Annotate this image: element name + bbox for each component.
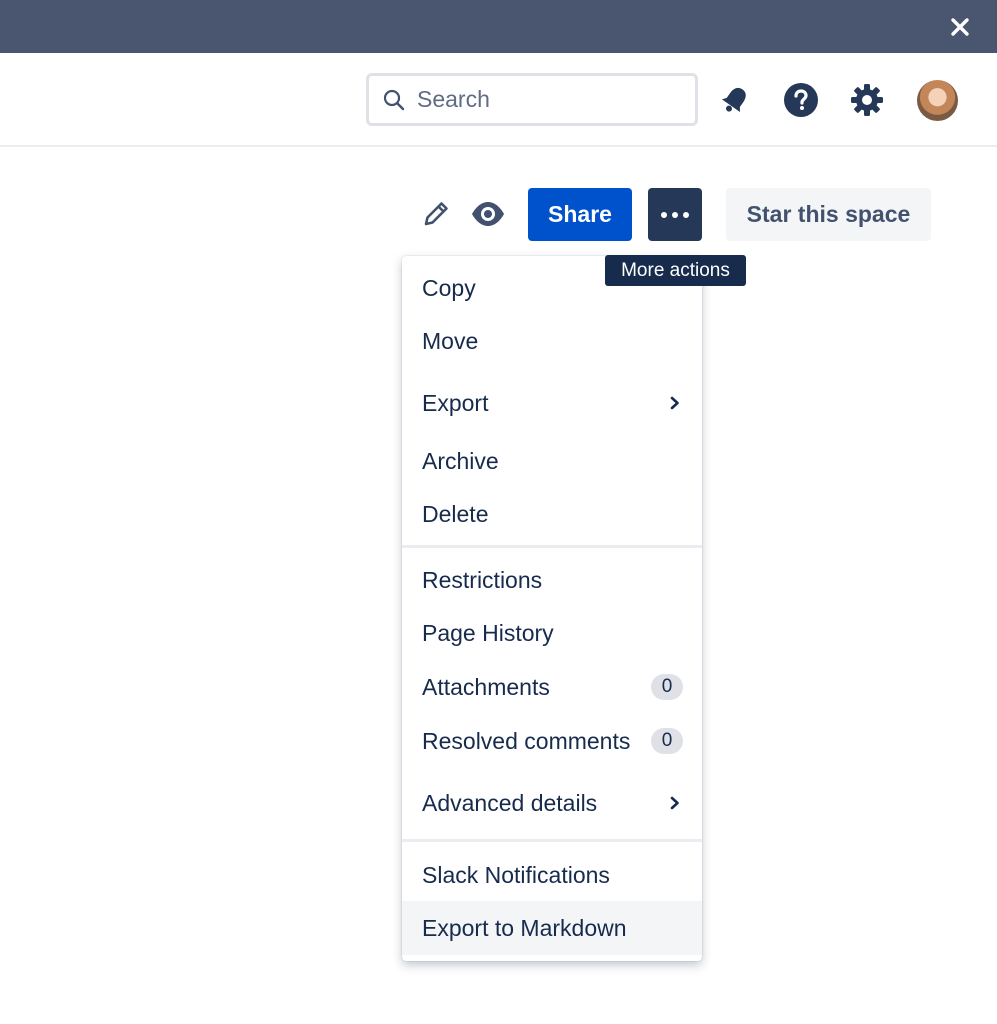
menu-item-export-to-markdown[interactable]: Export to Markdown	[402, 901, 702, 955]
star-space-button[interactable]: Star this space	[726, 188, 931, 241]
menu-item-label: Attachments	[422, 673, 550, 700]
menu-item-label: Export	[422, 389, 489, 416]
menu-item-advanced-details[interactable]: Advanced details	[402, 778, 702, 828]
search-icon	[383, 89, 405, 110]
settings-button[interactable]	[847, 80, 887, 120]
help-button[interactable]	[781, 80, 821, 120]
menu-item-slack-notifications[interactable]: Slack Notifications	[402, 850, 702, 900]
menu-item-label: Advanced details	[422, 789, 598, 816]
watch-button[interactable]	[468, 194, 508, 234]
menu-item-archive[interactable]: Archive	[402, 436, 702, 486]
close-icon	[951, 18, 969, 36]
menu-item-label: Restrictions	[422, 566, 543, 593]
more-actions-tooltip: More actions	[605, 255, 746, 286]
menu-item-label: Slack Notifications	[422, 861, 610, 888]
ellipsis-icon	[661, 211, 667, 218]
close-button[interactable]	[947, 14, 973, 40]
menu-divider	[402, 839, 702, 842]
menu-item-label: Resolved comments	[422, 727, 631, 754]
menu-item-label: Move	[422, 327, 479, 354]
attachments-count-badge: 0	[651, 674, 683, 700]
menu-item-label: Export to Markdown	[422, 914, 627, 941]
menu-item-move[interactable]: Move	[402, 316, 702, 366]
more-actions-menu: Copy Move Export Archive Delete Restrict…	[402, 256, 702, 961]
menu-item-export[interactable]: Export	[402, 378, 702, 428]
edit-button[interactable]	[416, 194, 456, 234]
search-input[interactable]	[417, 86, 677, 113]
eye-icon	[472, 202, 504, 226]
pencil-icon	[424, 202, 448, 226]
notification-bell-icon	[721, 87, 746, 113]
resolved-comments-count-badge: 0	[651, 728, 683, 754]
menu-divider	[402, 545, 702, 548]
menu-item-attachments[interactable]: Attachments 0	[402, 662, 702, 712]
settings-icon	[851, 84, 883, 116]
menu-item-restrictions[interactable]: Restrictions	[402, 555, 702, 605]
menu-item-label: Delete	[422, 500, 489, 527]
notifications-button[interactable]	[715, 80, 755, 120]
help-icon	[784, 83, 818, 117]
menu-item-page-history[interactable]: Page History	[402, 608, 702, 658]
user-avatar[interactable]	[917, 80, 958, 121]
share-button[interactable]: Share	[528, 188, 632, 241]
top-bar	[0, 0, 997, 53]
menu-item-delete[interactable]: Delete	[402, 489, 702, 539]
header	[0, 53, 997, 147]
menu-item-label: Page History	[422, 619, 554, 646]
menu-item-label: Archive	[422, 447, 499, 474]
menu-item-resolved-comments[interactable]: Resolved comments 0	[402, 716, 702, 766]
chevron-right-icon	[668, 396, 682, 410]
more-actions-button[interactable]	[648, 188, 702, 241]
chevron-right-icon	[668, 796, 682, 810]
ellipsis-icon	[683, 211, 689, 218]
search-box[interactable]	[366, 73, 698, 126]
ellipsis-icon	[672, 211, 678, 218]
